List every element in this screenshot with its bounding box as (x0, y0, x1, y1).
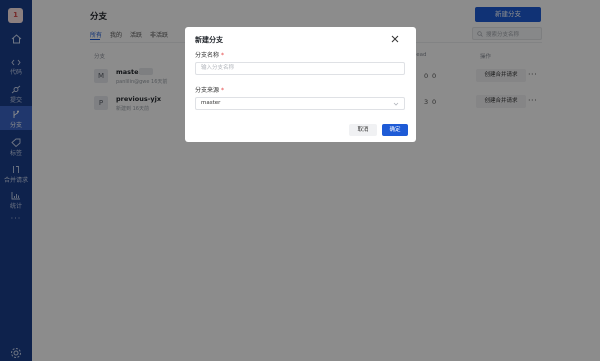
branch-name-input[interactable]: 输入分支名称 (195, 62, 405, 75)
new-branch-dialog: 新建分支 分支名称 * 输入分支名称 分支来源 * master 取消 确定 (185, 27, 416, 142)
input-placeholder: 输入分支名称 (201, 65, 235, 71)
label-text: 分支名称 (195, 52, 220, 59)
close-icon[interactable] (390, 34, 400, 44)
required-mark: * (221, 87, 225, 94)
branch-source-select[interactable]: master (195, 97, 405, 110)
label-text: 分支来源 (195, 87, 220, 94)
branch-source-label: 分支来源 * (195, 85, 224, 94)
confirm-button[interactable]: 确定 (382, 124, 408, 136)
dialog-title: 新建分支 (195, 36, 223, 44)
chevron-down-icon (393, 102, 399, 106)
select-value: master (201, 100, 221, 106)
cancel-button[interactable]: 取消 (349, 124, 377, 136)
required-mark: * (221, 52, 225, 59)
branch-name-label: 分支名称 * (195, 50, 224, 59)
